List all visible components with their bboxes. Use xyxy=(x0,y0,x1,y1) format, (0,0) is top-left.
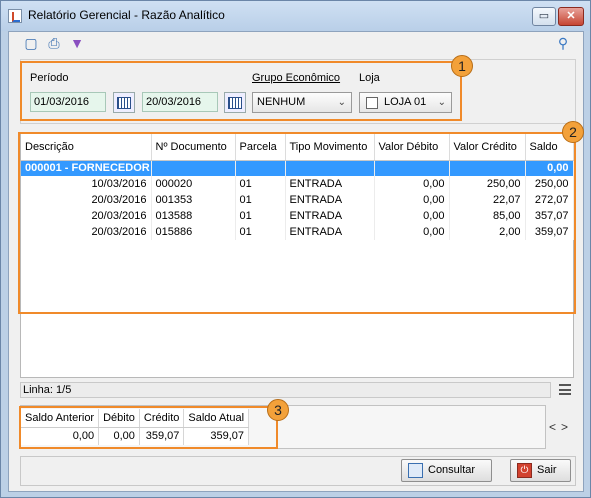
restore-button[interactable]: ▭ xyxy=(532,7,556,26)
preview-icon[interactable]: ▢ xyxy=(22,34,40,52)
sair-button[interactable]: ⏻ Sair xyxy=(510,459,571,482)
filter-icon[interactable]: ▼ xyxy=(68,34,86,52)
highlight-grid xyxy=(18,132,576,314)
sair-label: Sair xyxy=(537,464,557,476)
app-window: Relatório Gerencial - Razão Analítico ▭ … xyxy=(0,0,591,498)
badge-3: 3 xyxy=(267,399,289,421)
highlight-totals xyxy=(19,406,278,449)
exit-icon: ⏻ xyxy=(517,463,532,478)
print-icon[interactable]: ⎙ xyxy=(45,34,63,52)
totals-nav: <> xyxy=(549,420,573,434)
window-title: Relatório Gerencial - Razão Analítico xyxy=(28,8,225,22)
key-icon[interactable]: ⚲ xyxy=(554,34,572,52)
app-icon xyxy=(8,9,22,23)
consultar-button[interactable]: Consultar xyxy=(401,459,492,482)
close-button[interactable]: ✕ xyxy=(558,7,584,26)
next-arrow-button[interactable]: > xyxy=(561,420,573,434)
badge-2: 2 xyxy=(562,121,584,143)
status-bar: Linha: 1/5 xyxy=(20,382,551,398)
client-area: ▢ ⎙ ▼ ⚲ Período 01/03/2016 20/03/2016 Gr… xyxy=(8,31,584,492)
footer-panel xyxy=(20,456,576,486)
prev-arrow-button[interactable]: < xyxy=(549,420,561,434)
highlight-filters xyxy=(20,61,462,121)
menu-icon[interactable] xyxy=(559,384,571,395)
search-icon xyxy=(408,463,423,478)
title-bar: Relatório Gerencial - Razão Analítico ▭ … xyxy=(1,1,590,31)
consultar-label: Consultar xyxy=(428,464,476,476)
badge-1: 1 xyxy=(451,55,473,77)
